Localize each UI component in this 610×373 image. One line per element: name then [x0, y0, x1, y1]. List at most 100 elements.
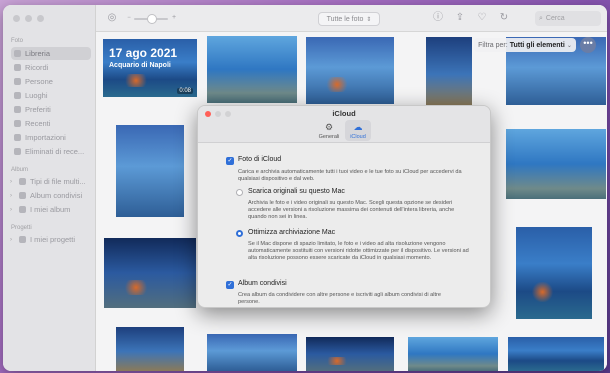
sidebar-item-label: Preferiti — [25, 105, 51, 114]
sidebar-section-projects: Progetti — [11, 225, 32, 231]
photo-thumbnail[interactable] — [516, 227, 592, 319]
clock-icon — [14, 120, 21, 127]
chevron-updown-icon: ⇕ — [366, 16, 372, 23]
heart-icon — [14, 106, 21, 113]
rotate-icon[interactable]: ↻ — [498, 12, 510, 24]
sidebar-item-imports[interactable]: Importazioni — [11, 131, 91, 144]
dialog-header: iCloud ⚙ Generali ☁ iCloud — [198, 106, 490, 143]
download-originals-description: Archivia le foto e i video originali su … — [248, 200, 455, 221]
photo-thumbnail[interactable] — [508, 337, 604, 371]
folder-icon — [19, 206, 26, 213]
sidebar-item-shared-albums[interactable]: › Album condivisi — [7, 189, 87, 202]
zoom-slider-knob[interactable] — [147, 14, 157, 24]
optimize-storage-description: Se il Mac dispone di spazio limitato, le… — [248, 241, 469, 262]
sidebar-item-label: Importazioni — [25, 133, 66, 142]
gear-icon: ⚙ — [324, 122, 334, 132]
sidebar-item-label: Libreria — [25, 49, 51, 58]
chevron-down-icon: ⌄ — [566, 42, 572, 49]
zoom-button[interactable] — [37, 15, 44, 22]
toolbar: ◎ − + Tutte le foto ⇕ ⓘ ⇪ ♡ ↻ ⌕ Cerca — [96, 5, 607, 32]
sidebar-item-my-albums[interactable]: › I miei album — [7, 203, 87, 216]
chevron-right-icon[interactable]: › — [10, 207, 15, 213]
folder-icon — [19, 178, 26, 185]
heart-icon[interactable]: ♡ — [476, 12, 488, 24]
sidebar-item-label: Eliminati di rece... — [25, 147, 85, 156]
chevron-right-icon[interactable]: › — [10, 193, 15, 199]
photo-thumbnail[interactable] — [207, 36, 297, 103]
sidebar-item-label: Luoghi — [25, 91, 48, 100]
window-controls — [13, 15, 44, 22]
sidebar-item-places[interactable]: Luoghi — [11, 89, 91, 102]
sidebar: Foto Libreria Ricordi Persone Luoghi Pre… — [3, 5, 96, 371]
slideshow-icon[interactable]: ◎ — [106, 12, 118, 24]
import-icon — [14, 134, 21, 141]
sidebar-item-recently-deleted[interactable]: Eliminati di rece... — [11, 145, 91, 158]
photo-thumbnail[interactable] — [116, 327, 184, 371]
tab-general[interactable]: ⚙ Generali — [316, 120, 342, 141]
sidebar-section-albums: Album — [11, 167, 29, 173]
icloud-preferences-dialog: iCloud ⚙ Generali ☁ iCloud ✓ Foto di iCl… — [197, 105, 491, 308]
sidebar-item-library[interactable]: Libreria — [11, 47, 91, 60]
tab-label: iCloud — [350, 134, 366, 140]
filter-value: Tutti gli elementi — [509, 41, 565, 49]
sidebar-item-memories[interactable]: Ricordi — [11, 61, 91, 74]
view-select-label: Tutte le foto — [326, 15, 364, 23]
photo-thumbnail[interactable] — [116, 125, 184, 217]
photo-thumbnail[interactable] — [207, 334, 297, 371]
tab-label: Generali — [318, 134, 340, 140]
icloud-photos-description: Carica e archivia automaticamente tutti … — [238, 169, 462, 183]
sidebar-item-label: Ricordi — [25, 63, 49, 72]
memories-icon — [14, 64, 21, 71]
photo-thumbnail[interactable] — [426, 37, 472, 105]
minimize-button[interactable] — [25, 15, 32, 22]
sidebar-item-my-projects[interactable]: › I miei progetti — [7, 233, 87, 246]
photo-thumbnail[interactable] — [306, 37, 394, 104]
optimize-storage-label: Ottimizza archiviazione Mac — [248, 229, 336, 236]
photo-thumbnail[interactable] — [506, 129, 606, 199]
optimize-storage-radio[interactable] — [236, 230, 243, 237]
photo-thumbnail[interactable] — [306, 337, 394, 371]
shared-albums-label: Album condivisi — [238, 280, 287, 287]
dialog-title: iCloud — [332, 109, 356, 118]
search-icon: ⌕ — [539, 14, 543, 22]
sidebar-item-label: Tipi di file multi... — [30, 177, 86, 186]
sidebar-item-label: Persone — [25, 77, 53, 86]
filter-button[interactable]: Filtra per: Tutti gli elementi ⌄ — [474, 38, 576, 52]
shared-albums-checkbox[interactable]: ✓ — [226, 281, 234, 289]
photo-library-icon — [14, 50, 21, 57]
chevron-right-icon[interactable]: › — [10, 237, 15, 243]
search-field[interactable]: ⌕ Cerca — [535, 11, 601, 26]
photo-thumbnail-featured[interactable]: 17 ago 2021 Acquario di Napoli 0:08 — [103, 39, 197, 97]
tab-icloud[interactable]: ☁ iCloud — [345, 120, 371, 141]
sidebar-item-label: Recenti — [25, 119, 51, 128]
photo-thumbnail[interactable] — [104, 238, 196, 308]
more-options-button[interactable]: ••• — [580, 37, 596, 53]
shared-albums-description: Crea album da condividere con altre pers… — [238, 292, 442, 306]
sidebar-item-label: I miei progetti — [30, 235, 76, 244]
info-icon[interactable]: ⓘ — [432, 12, 444, 24]
filter-prefix: Filtra per: — [478, 41, 508, 49]
download-originals-radio[interactable] — [236, 189, 243, 196]
zoom-in-icon[interactable]: + — [168, 12, 180, 24]
share-icon[interactable]: ⇪ — [454, 12, 466, 24]
sidebar-item-people[interactable]: Persone — [11, 75, 91, 88]
sidebar-item-label: Album condivisi — [30, 191, 83, 200]
chevron-right-icon[interactable]: › — [10, 179, 15, 185]
sidebar-item-media-types[interactable]: › Tipi di file multi... — [7, 175, 87, 188]
folder-icon — [19, 236, 26, 243]
photo-thumbnail[interactable] — [408, 337, 498, 371]
icloud-photos-label: Foto di iCloud — [238, 156, 282, 163]
places-icon — [14, 92, 21, 99]
sidebar-item-recents[interactable]: Recenti — [11, 117, 91, 130]
sidebar-section-photos: Foto — [11, 38, 24, 44]
view-select[interactable]: Tutte le foto ⇕ — [318, 12, 380, 26]
sidebar-item-label: I miei album — [30, 205, 71, 214]
search-placeholder: Cerca — [545, 15, 565, 22]
close-button[interactable] — [13, 15, 20, 22]
shared-album-icon — [19, 192, 26, 199]
icloud-photos-checkbox[interactable]: ✓ — [226, 157, 234, 165]
trash-icon — [14, 148, 21, 155]
photo-place: Acquario di Napoli — [109, 62, 171, 69]
video-duration: 0:08 — [177, 88, 193, 94]
sidebar-item-favorites[interactable]: Preferiti — [11, 103, 91, 116]
